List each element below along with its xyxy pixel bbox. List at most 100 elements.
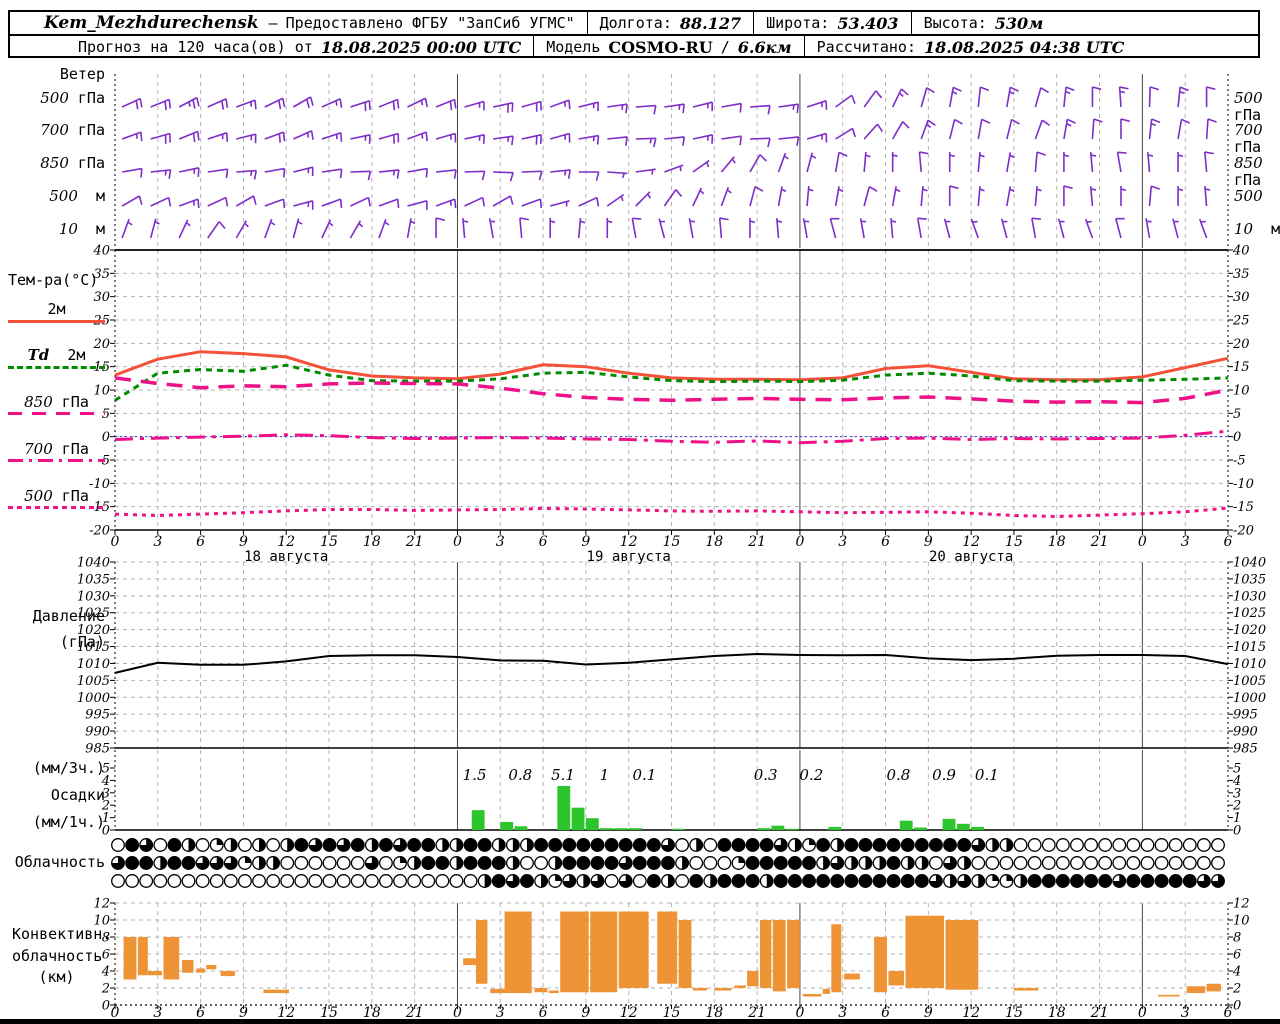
svg-text:1000: 1000 [77,691,110,706]
wind-level-850hpa-right: 850 гПа [1234,154,1263,189]
svg-text:-5: -5 [1233,454,1246,469]
svg-text:30: 30 [1233,290,1250,305]
svg-text:1035: 1035 [1233,572,1266,587]
precip-bar [956,823,970,830]
convective-bar [747,971,759,987]
svg-text:0.3: 0.3 [754,766,778,784]
svg-text:1020: 1020 [1233,623,1266,638]
svg-text:6: 6 [1233,948,1241,963]
svg-text:21: 21 [747,534,766,550]
convective-bar [802,993,822,997]
svg-text:1010: 1010 [1233,657,1266,672]
svg-text:20: 20 [1232,337,1250,352]
convective-bar [147,971,163,976]
wind-level-10m-right: 10 м [1234,220,1280,238]
model-sep: / [720,38,730,56]
svg-text:1005: 1005 [77,674,110,689]
header-dash: — [268,14,278,32]
cloud-cover-symbols [111,838,1225,888]
convective-bar [657,911,678,984]
precip-bar [614,828,628,830]
convective-bar [618,911,649,988]
convective-bar [678,920,692,988]
convective-bar [844,973,860,980]
svg-text:6: 6 [881,534,890,550]
svg-text:990: 990 [85,725,110,740]
station-name: Kem_Mezhdurechensk [44,13,259,33]
svg-text:-10: -10 [1233,477,1254,492]
legend-td-2m: Td 2м [27,346,86,364]
wind-level-500m-right: 500 м [1234,187,1263,205]
svg-text:2: 2 [1232,982,1241,997]
conv-title-1: Конвективн. [12,925,112,943]
svg-text:12: 12 [277,534,295,550]
convective-bar [772,920,786,992]
svg-text:3: 3 [838,534,847,550]
svg-text:0: 0 [453,534,462,550]
svg-text:35: 35 [1233,267,1250,282]
legend-850hpa: 850 гПа [24,393,89,411]
precip-bar [600,828,613,830]
svg-text:15: 15 [1233,360,1250,375]
convective-bar [504,911,532,993]
altitude-label: Высота: [923,14,987,32]
convective-bar [1013,988,1039,991]
wind-level-700hpa-right: 700 гПа [1234,121,1263,156]
svg-text:19 августа: 19 августа [587,549,671,565]
legend-2m-line [8,320,105,323]
legend-td-2m-line [8,366,105,369]
svg-text:10: 10 [1233,384,1250,399]
svg-text:15: 15 [320,534,338,550]
svg-text:0.1: 0.1 [632,766,656,784]
header-divider [803,36,805,58]
temp-panel-title: Тем-ра(°C) [8,271,99,289]
svg-text:18: 18 [1048,534,1066,550]
altitude-value: 530м [994,13,1044,33]
pressure-panel-unit: (гПа) [59,633,105,651]
svg-text:-20: -20 [1233,524,1254,539]
svg-text:1000: 1000 [1233,691,1266,706]
precip-bar [514,826,528,830]
wind-level-10m: 10 м [58,220,105,238]
svg-text:985: 985 [1233,742,1258,757]
svg-text:-15: -15 [1233,500,1254,515]
svg-text:4: 4 [1232,965,1241,980]
precip-bar [914,827,927,830]
convective-bar [182,959,194,973]
svg-text:15: 15 [1005,534,1023,550]
svg-text:15: 15 [663,534,681,550]
header-box: Kem_Mezhdurechensk — Предоставлено ФГБУ … [8,10,1260,58]
header-divider [910,12,912,34]
precip-bar [557,785,571,830]
longitude-label: Долгота: [599,14,672,32]
latitude-value: 53.403 [837,13,899,33]
svg-text:21: 21 [405,534,424,550]
convective-bar [206,965,217,970]
svg-text:1010: 1010 [77,657,110,672]
precip-bar [757,828,770,830]
convective-bar [534,988,548,993]
svg-text:1.5: 1.5 [463,766,487,784]
convective-bar [1186,986,1206,994]
svg-text:12: 12 [962,534,980,550]
meteogram-page: Kem_Mezhdurechensk — Предоставлено ФГБУ … [0,0,1280,1024]
convective-bar [548,990,559,994]
svg-text:1040: 1040 [77,556,110,571]
svg-text:0: 0 [1138,534,1147,550]
precip-bar [785,828,799,830]
header-divider [753,12,755,34]
svg-text:9: 9 [239,534,248,550]
legend-500hpa-line [8,506,105,509]
convective-bar [874,937,887,993]
svg-text:0: 0 [102,999,110,1014]
pressure-panel-title: Давление [32,607,105,625]
precip-panel-title: Осадки [50,786,105,804]
convective-bar [714,988,732,991]
svg-text:0.8: 0.8 [886,766,910,784]
convective-bar [888,971,905,986]
svg-text:25: 25 [1232,314,1250,329]
svg-text:1015: 1015 [1233,640,1266,655]
precip-bar [571,807,585,830]
svg-text:0.2: 0.2 [799,766,823,784]
wind-level-500hpa-right: 500 гПа [1234,89,1263,124]
